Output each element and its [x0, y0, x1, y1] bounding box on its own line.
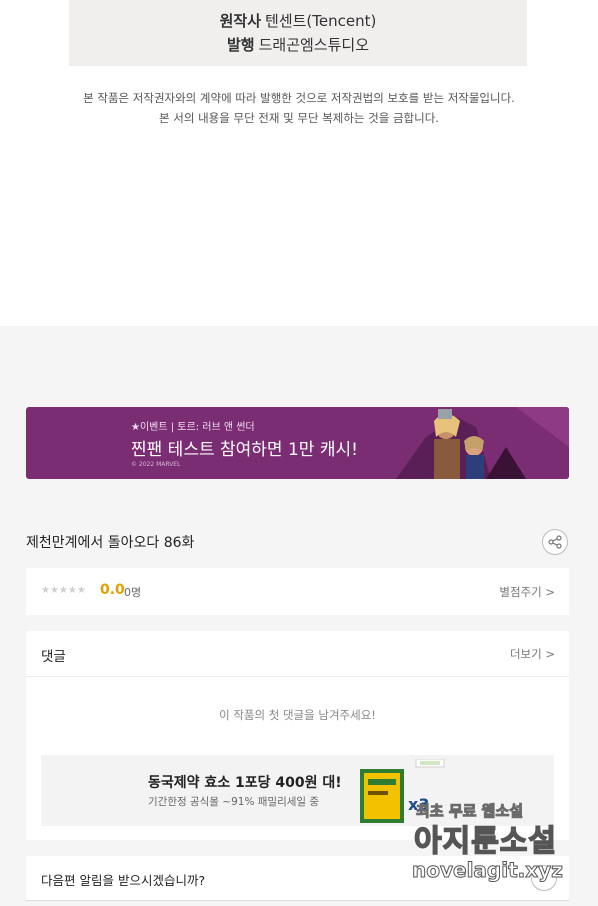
episode-title: 제천만계에서 돌아오다 86화 — [26, 535, 195, 551]
copyright-notice: 본 작품은 저작권자와의 계약에 따라 발행한 것으로 저작권법의 보호를 받는… — [0, 88, 598, 128]
banner-tag: ★이벤트 | 토르: 러브 앤 썬더 — [131, 422, 255, 433]
author-credit: 원작사 텐센트(Tencent) — [220, 11, 377, 31]
ad-title: 동국제약 효소 1포당 400원 대! — [148, 775, 342, 791]
watermark-line-2: 아지툰소설 — [413, 823, 557, 860]
watermark-line-3: novelagit.xyz — [412, 858, 564, 883]
publisher-value: 드래곤엠스튜디오 — [258, 36, 369, 54]
share-button[interactable] — [542, 529, 568, 555]
credits-box: 원작사 텐센트(Tencent) 발행 드래곤엠스튜디오 — [69, 0, 527, 66]
copyright-line-1: 본 작품은 저작권자와의 계약에 따라 발행한 것으로 저작권법의 보호를 받는… — [83, 91, 515, 105]
notify-prompt: 다음편 알림을 받으시겠습니까? — [41, 873, 206, 888]
author-label: 원작사 — [219, 12, 262, 30]
rating-card: ★★★★★ 0.0 0명 별점주기 > — [26, 568, 569, 615]
rate-button[interactable]: 별점주기 > — [499, 584, 555, 600]
comment-title: 댓글 — [41, 649, 66, 665]
publisher-credit: 발행 드래곤엠스튜디오 — [227, 35, 369, 55]
site-watermark: 최초 무료 웹소설 아지툰소설 novelagit.xyz — [410, 800, 598, 906]
rating-stars: ★★★★★ — [41, 585, 86, 596]
rating-count: 0명 — [124, 586, 142, 599]
rating-score: 0.0 — [100, 582, 125, 598]
comment-header: 댓글 더보기 > — [26, 631, 569, 677]
ad-subtitle: 기간한정 공식몰 ~91% 패밀리세일 중 — [148, 796, 320, 808]
copyright-line-2: 본 서의 내용을 무단 전재 및 무단 복제하는 것을 금합니다. — [159, 111, 439, 125]
publisher-label: 발행 — [226, 36, 255, 54]
share-icon — [548, 535, 562, 549]
author-value: 텐센트(Tencent) — [265, 12, 377, 30]
comments-more-link[interactable]: 더보기 > — [510, 646, 555, 662]
banner-title: 찐팬 테스트 참여하면 1만 캐시! — [131, 440, 358, 460]
banner-copyright: © 2022 MARVEL — [131, 461, 181, 468]
banner-hero-art — [386, 407, 569, 479]
comment-empty-message[interactable]: 이 작품의 첫 댓글을 남겨주세요! — [26, 707, 569, 723]
event-banner[interactable]: ★이벤트 | 토르: 러브 앤 썬더 찐팬 테스트 참여하면 1만 캐시! © … — [26, 407, 569, 479]
